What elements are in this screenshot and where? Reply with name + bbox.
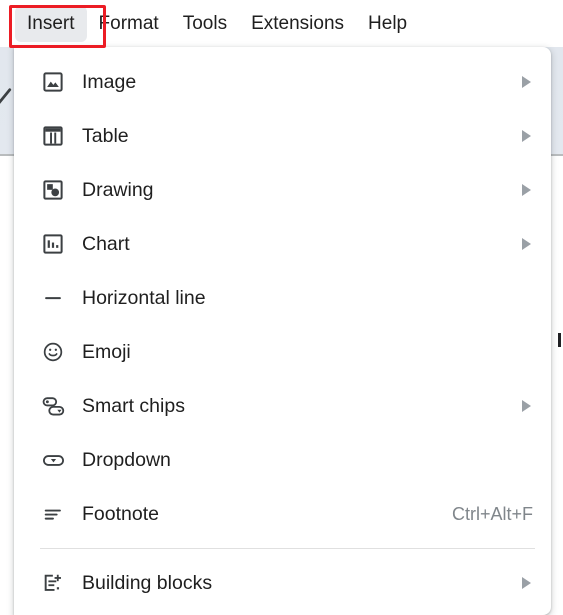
submenu-arrow-icon xyxy=(522,130,531,142)
menubar-item-tools[interactable]: Tools xyxy=(171,6,239,42)
horizontal-line-icon xyxy=(40,285,66,311)
menu-item-chart[interactable]: Chart xyxy=(14,217,551,271)
image-icon xyxy=(40,69,66,95)
submenu-arrow-icon xyxy=(522,577,531,589)
text-cursor xyxy=(558,333,561,347)
chart-icon xyxy=(40,231,66,257)
menu-item-label: Chart xyxy=(82,233,130,255)
menu-item-building-blocks[interactable]: Building blocks xyxy=(14,556,551,610)
menubar-item-insert[interactable]: Insert xyxy=(15,5,87,42)
insert-dropdown-menu: Image Table Drawing Chart Horizontal lin… xyxy=(14,47,551,615)
menu-item-drawing[interactable]: Drawing xyxy=(14,163,551,217)
menubar: Insert Format Tools Extensions Help xyxy=(0,0,563,47)
menu-item-label: Table xyxy=(82,125,129,147)
menu-item-emoji[interactable]: Emoji xyxy=(14,325,551,379)
screen-root: Insert Format Tools Extensions Help Imag… xyxy=(0,0,563,615)
submenu-arrow-icon xyxy=(522,238,531,250)
menubar-item-help[interactable]: Help xyxy=(356,6,419,42)
menu-item-horizontal-line[interactable]: Horizontal line xyxy=(14,271,551,325)
footnote-icon xyxy=(40,501,66,527)
menu-item-dropdown[interactable]: Dropdown xyxy=(14,433,551,487)
menu-item-image[interactable]: Image xyxy=(14,55,551,109)
menu-item-shortcut: Ctrl+Alt+F xyxy=(451,503,533,524)
submenu-arrow-icon xyxy=(522,400,531,412)
menu-item-smart-chips[interactable]: Smart chips xyxy=(14,379,551,433)
menu-item-label: Building blocks xyxy=(82,572,213,594)
menu-item-footnote[interactable]: Footnote Ctrl+Alt+F xyxy=(14,487,551,541)
emoji-icon xyxy=(40,339,66,365)
menu-separator xyxy=(40,548,535,549)
menu-item-label: Horizontal line xyxy=(82,287,206,309)
menu-item-label: Dropdown xyxy=(82,449,171,471)
menu-item-label: Emoji xyxy=(82,341,131,363)
smart-chips-icon xyxy=(40,393,66,419)
table-icon xyxy=(40,123,66,149)
submenu-arrow-icon xyxy=(522,184,531,196)
menubar-item-format[interactable]: Format xyxy=(87,6,171,42)
menu-item-label: Drawing xyxy=(82,179,154,201)
drawing-icon xyxy=(40,177,66,203)
menu-item-label: Image xyxy=(82,71,137,93)
menu-item-table[interactable]: Table xyxy=(14,109,551,163)
menu-item-label: Smart chips xyxy=(82,395,185,417)
submenu-arrow-icon xyxy=(522,76,531,88)
dropdown-icon xyxy=(40,447,66,473)
menubar-item-extensions[interactable]: Extensions xyxy=(239,6,356,42)
menu-item-label: Footnote xyxy=(82,503,159,525)
building-blocks-icon xyxy=(40,570,66,596)
